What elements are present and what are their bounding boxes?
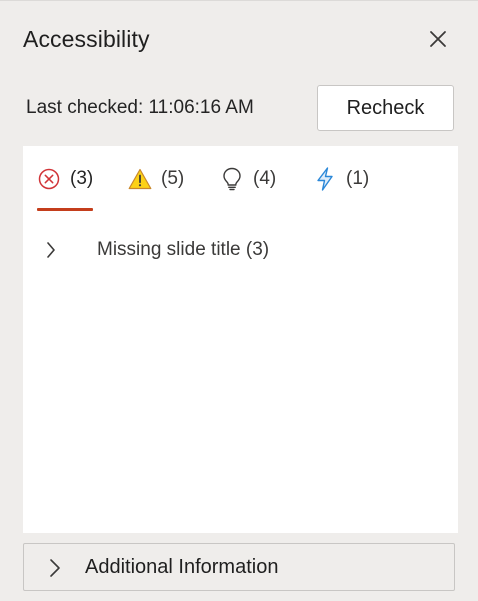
- tab-intelligent-count: (1): [346, 168, 370, 189]
- error-circle-icon: [37, 167, 61, 191]
- close-button[interactable]: [424, 25, 452, 53]
- tab-intelligent-services[interactable]: (1): [313, 165, 369, 193]
- lightbulb-icon: [220, 167, 244, 191]
- accessibility-pane: Accessibility Last checked: 11:06:16 AM …: [0, 0, 478, 601]
- chevron-right-icon: [50, 559, 60, 577]
- pane-title: Accessibility: [23, 26, 150, 52]
- lightning-icon: [313, 167, 337, 191]
- tab-tips[interactable]: (4): [220, 165, 276, 193]
- additional-information-expander[interactable]: Additional Information: [23, 543, 455, 591]
- results-panel: (3) (5) (4) (1) Missing slide title (3): [23, 146, 458, 533]
- additional-information-label: Additional Information: [85, 556, 279, 578]
- tab-errors[interactable]: (3): [37, 165, 93, 193]
- tab-warnings[interactable]: (5): [128, 165, 184, 193]
- issue-group-row[interactable]: Missing slide title (3): [23, 234, 458, 266]
- tab-errors-count: (3): [70, 168, 94, 189]
- tab-warnings-count: (5): [161, 168, 185, 189]
- chevron-right-icon: [47, 242, 55, 258]
- recheck-button[interactable]: Recheck: [317, 85, 454, 131]
- close-icon: [430, 31, 446, 47]
- tab-tips-count: (4): [253, 168, 277, 189]
- active-tab-indicator: [37, 208, 93, 211]
- last-checked-text: Last checked: 11:06:16 AM: [26, 97, 254, 118]
- issue-group-label: Missing slide title (3): [97, 239, 270, 260]
- warning-triangle-icon: [128, 167, 152, 191]
